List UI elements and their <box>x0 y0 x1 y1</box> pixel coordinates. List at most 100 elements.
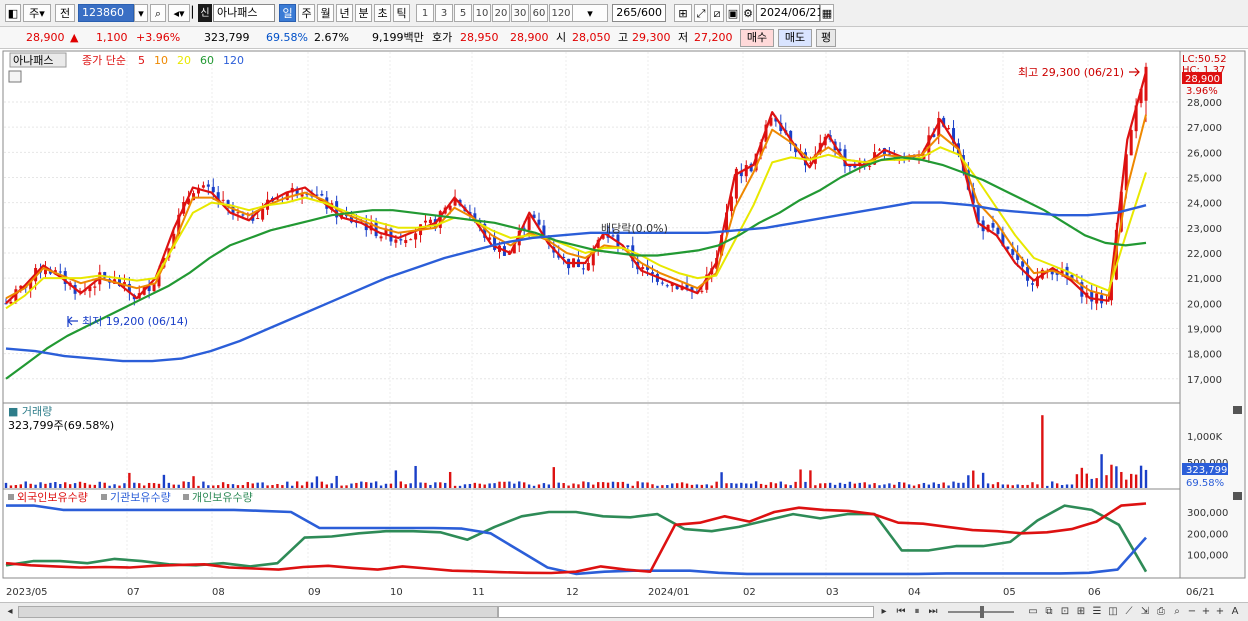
volume-bar <box>325 484 328 488</box>
copy-icon[interactable]: ⧉ <box>1042 605 1056 619</box>
pause-icon[interactable]: ⏸ <box>910 605 924 619</box>
interval-button-120[interactable]: 120 <box>549 4 573 22</box>
plus-icon[interactable]: + <box>1214 605 1226 619</box>
list-icon[interactable]: ☰ <box>1090 605 1104 619</box>
date-input[interactable]: 2024/06/21 <box>756 4 823 22</box>
table-icon[interactable]: ⊞ <box>1074 605 1088 619</box>
export-icon[interactable]: ⇲ <box>1138 605 1152 619</box>
draw-tool-icon[interactable]: ⧄ <box>710 4 724 22</box>
volume-bar <box>819 483 822 488</box>
volume-bar <box>108 485 111 488</box>
trend-icon[interactable]: ⟋ <box>1122 605 1136 619</box>
holding-legend-1[interactable]: 기관보유수량 <box>110 491 171 504</box>
last-page-icon[interactable]: ⏭ <box>926 605 940 619</box>
stock-code-input[interactable]: 123860 <box>78 4 134 22</box>
scroll-thumb[interactable] <box>498 606 874 618</box>
ma-legend-5[interactable]: 5 <box>138 54 145 67</box>
zoom-in-icon[interactable]: + <box>1200 605 1212 619</box>
print-icon[interactable]: ⎙ <box>1154 605 1168 619</box>
interval-button-1[interactable]: 1 <box>416 4 434 22</box>
period-tab-4[interactable]: 분 <box>355 4 372 22</box>
market-select[interactable]: 주▾ <box>23 4 51 22</box>
period-tab-6[interactable]: 틱 <box>393 4 410 22</box>
period-tab-1[interactable]: 주 <box>298 4 315 22</box>
search-icon[interactable]: ⌕ <box>150 4 166 22</box>
volume-bar <box>616 482 620 488</box>
stock-chart[interactable]: 28,000 27,000 26,000 25,000 24,000 23,000 22,0… <box>0 50 1248 602</box>
candle-body <box>404 240 408 244</box>
holding-panel-close-icon[interactable] <box>1233 492 1242 500</box>
layout-icon[interactable]: ▭ <box>1026 605 1040 619</box>
zoom-slider-handle[interactable] <box>980 606 984 618</box>
interval-button-5[interactable]: 5 <box>454 4 472 22</box>
window-icon[interactable]: ⊡ <box>1058 605 1072 619</box>
volume-bar <box>957 482 960 488</box>
calendar-icon[interactable]: ▦ <box>820 4 834 22</box>
interval-button-30[interactable]: 30 <box>511 4 529 22</box>
volume-bar <box>1095 478 1098 488</box>
panel-table-icon[interactable] <box>8 70 22 83</box>
split-icon[interactable]: ◫ <box>1106 605 1120 619</box>
font-size-icon[interactable]: A <box>1228 605 1242 619</box>
sell-button[interactable]: 매도 <box>778 29 812 47</box>
volume-bar <box>276 484 279 488</box>
first-page-icon[interactable]: ⏮ <box>894 605 908 619</box>
scroll-right-icon[interactable]: ▸ <box>878 605 890 619</box>
zoom-icon[interactable]: ⤢ <box>694 4 708 22</box>
period-tab-5[interactable]: 초 <box>374 4 391 22</box>
speaker-icon[interactable]: ◂▾ <box>168 4 190 22</box>
holding-legend-2[interactable]: 개인보유수량 <box>192 491 253 504</box>
volume-bar <box>927 484 931 488</box>
volume-bar <box>685 483 689 488</box>
window-layout-icon[interactable]: ◧ <box>5 4 21 22</box>
interval-dropdown[interactable]: ▾ <box>572 4 608 22</box>
volume-bar <box>567 485 570 488</box>
volume-bar <box>601 482 605 488</box>
ma-legend-60[interactable]: 60 <box>200 54 214 67</box>
scroll-track[interactable] <box>18 606 498 618</box>
volume-bar <box>350 483 353 488</box>
volume-bar <box>986 483 990 488</box>
volume-bar <box>152 483 156 488</box>
interval-button-20[interactable]: 20 <box>492 4 510 22</box>
code-dropdown-icon[interactable]: ▾ <box>134 4 148 22</box>
buy-button[interactable]: 매수 <box>740 29 774 47</box>
volume-bar <box>962 482 965 488</box>
ma-legend-20[interactable]: 20 <box>177 54 191 67</box>
interval-button-3[interactable]: 3 <box>435 4 453 22</box>
high-price: 29,300 <box>632 31 671 44</box>
volume-title: ■ 거래량 <box>8 405 52 418</box>
period-tab-2[interactable]: 월 <box>317 4 334 22</box>
holding-legend-0[interactable]: 외국인보유수량 <box>17 491 88 504</box>
new-listing-badge: 신 <box>198 4 212 22</box>
stock-name-field[interactable]: 아나패스 <box>213 4 275 22</box>
zoom-out-icon[interactable]: − <box>1186 605 1198 619</box>
volume-bar <box>853 483 857 488</box>
gear-icon[interactable]: ⚙ <box>742 4 754 22</box>
volume-bar <box>690 484 694 488</box>
volume-bar <box>759 483 763 488</box>
date-tick-label: 12 <box>566 587 579 598</box>
volume-panel-close-icon[interactable] <box>1233 406 1242 414</box>
prev-button[interactable]: 전 <box>55 4 75 22</box>
current-price: 28,900 <box>26 31 65 44</box>
ma-legend-10[interactable]: 10 <box>154 54 168 67</box>
volume-bar <box>937 483 940 488</box>
eval-button[interactable]: 평 <box>816 29 836 47</box>
indicator-icon[interactable]: ⊞ <box>674 4 692 22</box>
volume-bar <box>369 482 373 488</box>
dividend-annotation: 배당락(0.0%) <box>601 222 668 235</box>
magnify-icon[interactable]: ⌕ <box>1170 605 1184 619</box>
data-count-field[interactable]: 265/600 <box>612 4 666 22</box>
interval-button-60[interactable]: 60 <box>530 4 548 22</box>
ma-legend-120[interactable]: 120 <box>223 54 244 67</box>
volume-bar <box>142 485 146 488</box>
volume-bar <box>592 484 595 488</box>
volume-bar <box>1085 473 1088 488</box>
scroll-left-icon[interactable]: ◂ <box>4 605 16 619</box>
volume-bar <box>88 484 92 488</box>
period-tab-0[interactable]: 일 <box>279 4 296 22</box>
period-tab-3[interactable]: 년 <box>336 4 353 22</box>
interval-button-10[interactable]: 10 <box>473 4 491 22</box>
save-icon[interactable]: ▣ <box>726 4 740 22</box>
